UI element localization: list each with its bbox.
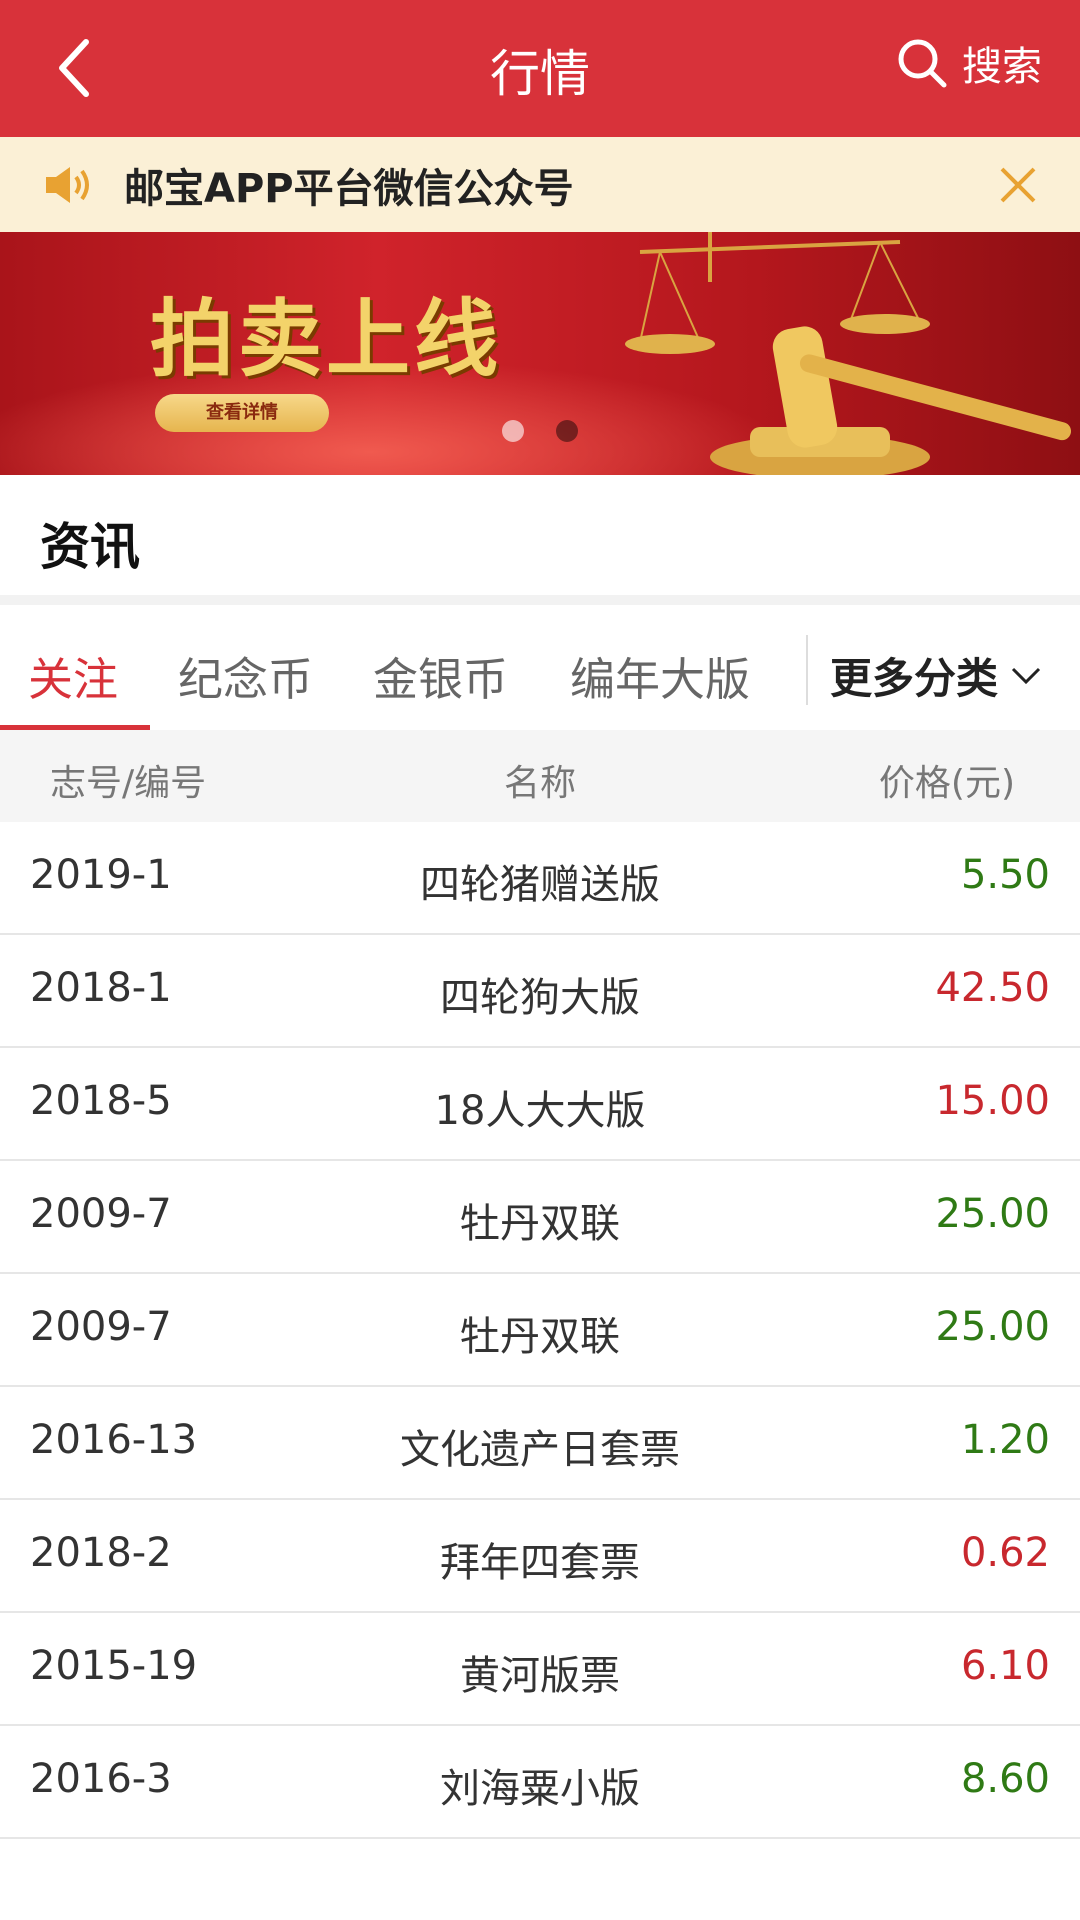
- tab-following[interactable]: 关注: [28, 643, 118, 708]
- price-list: 2019-1 四轮猪赠送版 5.50 2018-1 四轮狗大版 42.50 20…: [0, 822, 1080, 1839]
- table-row[interactable]: 2016-3 刘海粟小版 8.60: [0, 1726, 1080, 1839]
- row-price: 8.60: [960, 1756, 1050, 1802]
- row-name: 拜年四套票: [440, 1540, 640, 1586]
- more-categories-button[interactable]: 更多分类: [830, 645, 1042, 706]
- notice-text: 邮宝APP平台微信公众号: [124, 165, 574, 212]
- row-price: 15.00: [935, 1078, 1050, 1124]
- banner-headline: 拍卖上线: [150, 289, 503, 388]
- row-price: 0.62: [960, 1530, 1050, 1576]
- row-price: 42.50: [935, 965, 1050, 1011]
- row-price: 25.00: [935, 1304, 1050, 1350]
- speaker-icon: [46, 166, 89, 203]
- row-price: 1.20: [960, 1417, 1050, 1463]
- banner-detail-button[interactable]: 查看详情: [155, 394, 329, 432]
- top-bar: 行情 搜索: [0, 0, 1080, 137]
- gavel-scale-icon: [625, 232, 1072, 475]
- row-name: 黄河版票: [460, 1653, 620, 1699]
- row-name: 刘海粟小版: [440, 1766, 640, 1812]
- tab-annual-sheets[interactable]: 编年大版: [570, 643, 750, 708]
- table-row[interactable]: 2018-2 拜年四套票 0.62: [0, 1500, 1080, 1613]
- more-categories-label: 更多分类: [830, 654, 999, 703]
- notice-bar[interactable]: 邮宝APP平台微信公众号: [0, 137, 1080, 232]
- tab-divider: [806, 635, 808, 705]
- table-row[interactable]: 2018-1 四轮狗大版 42.50: [0, 935, 1080, 1048]
- column-header-price: 价格(元): [878, 763, 1015, 804]
- row-name: 四轮猪赠送版: [420, 862, 660, 908]
- table-row[interactable]: 2016-13 文化遗产日套票 1.20: [0, 1387, 1080, 1500]
- row-name: 18人大大版: [434, 1088, 646, 1134]
- search-label: 搜索: [962, 44, 1042, 90]
- row-price: 5.50: [960, 852, 1050, 898]
- table-header: 志号/编号 名称 价格(元): [0, 730, 1080, 822]
- row-name: 牡丹双联: [460, 1314, 620, 1360]
- chevron-down-icon: [1011, 667, 1041, 684]
- search-icon: [898, 39, 947, 88]
- row-name: 四轮狗大版: [440, 975, 640, 1021]
- tab-gold-silver-coins[interactable]: 金银币: [373, 643, 508, 708]
- promo-banner[interactable]: 拍卖上线 查看详情: [0, 232, 1080, 475]
- table-row[interactable]: 2018-5 18人大大版 15.00: [0, 1048, 1080, 1161]
- search-button[interactable]: 搜索: [896, 34, 1042, 92]
- row-price: 6.10: [960, 1643, 1050, 1689]
- carousel-dot[interactable]: [502, 420, 524, 442]
- news-section-header: 资讯: [0, 475, 1080, 605]
- table-row[interactable]: 2015-19 黄河版票 6.10: [0, 1613, 1080, 1726]
- table-row[interactable]: 2009-7 牡丹双联 25.00: [0, 1161, 1080, 1274]
- table-row[interactable]: 2019-1 四轮猪赠送版 5.50: [0, 822, 1080, 935]
- carousel-dot[interactable]: [556, 420, 578, 442]
- close-icon[interactable]: [996, 163, 1040, 207]
- row-name: 文化遗产日套票: [400, 1427, 680, 1473]
- row-price: 25.00: [935, 1191, 1050, 1237]
- table-row[interactable]: 2009-7 牡丹双联 25.00: [0, 1274, 1080, 1387]
- category-tabs: 关注 纪念币 金银币 编年大版 更多分类: [0, 605, 1080, 730]
- section-title: 资讯: [40, 518, 140, 576]
- row-name: 牡丹双联: [460, 1201, 620, 1247]
- tab-commemorative-coins[interactable]: 纪念币: [178, 643, 313, 708]
